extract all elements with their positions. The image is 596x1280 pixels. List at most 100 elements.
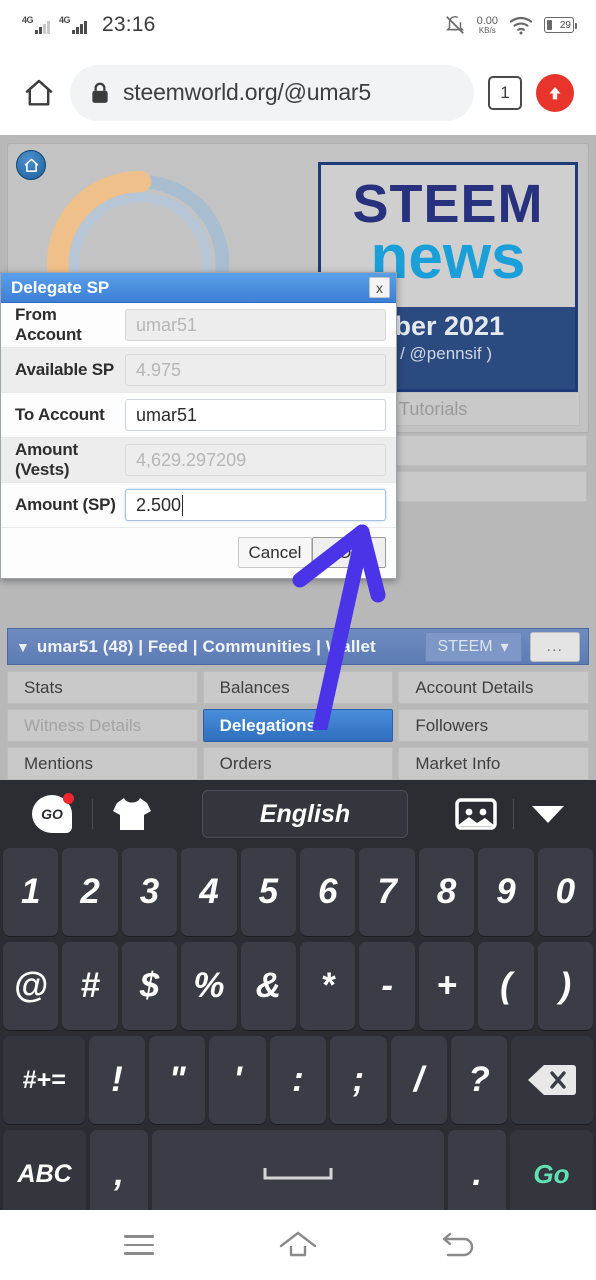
sticker-button[interactable] xyxy=(455,797,497,831)
dialog-title-bar: Delegate SP x xyxy=(1,273,396,303)
signal-4g-label-2: 4G xyxy=(59,15,71,25)
ok-button[interactable]: Ok xyxy=(312,537,386,568)
key-hash[interactable]: # xyxy=(62,942,118,1030)
delegate-sp-dialog: Delegate SP x From Account umar51 Availa… xyxy=(0,272,397,579)
key-semicolon[interactable]: ; xyxy=(330,1036,387,1124)
key-label: Go xyxy=(533,1158,570,1189)
navbar-right: STEEM ▾ ... xyxy=(424,631,580,662)
to-account-label: To Account xyxy=(15,405,105,424)
key-5[interactable]: 5 xyxy=(240,848,297,936)
back-button[interactable] xyxy=(427,1215,487,1275)
language-button[interactable]: English xyxy=(202,790,408,838)
key-ampersand[interactable]: & xyxy=(240,942,297,1030)
go-assistant-button[interactable]: GO xyxy=(28,793,76,835)
backspace-icon xyxy=(528,1065,577,1095)
key-0[interactable]: 0 xyxy=(537,848,594,936)
amount-vests-input: 4,629.297209 xyxy=(125,444,386,476)
key-space[interactable] xyxy=(151,1130,445,1218)
home-button[interactable] xyxy=(268,1215,328,1275)
collapse-keyboard-button[interactable] xyxy=(530,803,566,825)
key-7[interactable]: 7 xyxy=(359,848,415,936)
key-comma[interactable]: , xyxy=(90,1130,148,1218)
available-sp-label: Available SP xyxy=(15,360,115,379)
key-single-quote[interactable]: ' xyxy=(209,1036,266,1124)
menu-item-label: Followers xyxy=(415,715,489,735)
key-paren-open[interactable]: ( xyxy=(478,942,534,1030)
up-arrow-icon xyxy=(549,86,561,99)
key-exclamation[interactable]: ! xyxy=(88,1036,146,1124)
key-label: . xyxy=(472,1154,482,1193)
amount-sp-value: 2.500 xyxy=(136,494,182,515)
to-account-input[interactable]: umar51 xyxy=(125,399,386,431)
key-paren-close[interactable]: ) xyxy=(537,942,594,1030)
menu-item-followers[interactable]: Followers xyxy=(398,709,589,742)
tab-count-button[interactable]: 1 xyxy=(488,75,522,110)
amount-sp-input[interactable]: 2.500 xyxy=(125,489,386,521)
recents-button[interactable] xyxy=(109,1215,169,1275)
key-label: , xyxy=(114,1154,124,1193)
available-sp-field-wrap: 4.975 xyxy=(125,348,396,392)
key-label: ABC xyxy=(17,1159,72,1188)
theme-button[interactable] xyxy=(109,794,155,834)
account-navbar: ▼ umar51 (48) | Feed | Communities | Wal… xyxy=(7,628,589,665)
key-label: ? xyxy=(468,1060,490,1099)
key-double-quote[interactable]: " xyxy=(149,1036,206,1124)
amount-sp-label: Amount (SP) xyxy=(15,495,116,514)
key-2[interactable]: 2 xyxy=(62,848,118,936)
keyboard-rows: 1 2 3 4 5 6 7 8 9 0 @ # $ % & * - + () … xyxy=(0,848,596,1218)
key-1[interactable]: 1 xyxy=(3,848,59,936)
key-3[interactable]: 3 xyxy=(121,848,178,936)
network-speed-indicator: 0.00 KB/s xyxy=(477,15,498,35)
account-nav-links[interactable]: umar51 (48) | Feed | Communities | Walle… xyxy=(37,637,376,657)
close-icon[interactable]: x xyxy=(369,277,390,298)
home-icon xyxy=(279,1231,317,1257)
menu-item-market-info[interactable]: Market Info xyxy=(398,747,589,780)
enter-go-key[interactable]: Go xyxy=(509,1130,594,1218)
tutorials-menu-item[interactable]: Tutorials xyxy=(380,392,580,426)
available-sp-value: 4.975 xyxy=(136,359,182,380)
key-plus[interactable]: + xyxy=(418,942,475,1030)
status-bar-right: 0.00 KB/s 29 xyxy=(444,14,577,36)
key-at[interactable]: @ xyxy=(3,942,59,1030)
dialog-title: Delegate SP xyxy=(11,277,110,297)
address-bar[interactable]: steemworld.org/@umar5 xyxy=(70,64,474,121)
key-symbols-toggle[interactable]: #+= xyxy=(3,1036,85,1124)
cancel-button[interactable]: Cancel xyxy=(238,537,312,568)
key-minus[interactable]: - xyxy=(359,942,415,1030)
menu-item-delegations[interactable]: Delegations xyxy=(202,709,394,742)
key-dollar[interactable]: $ xyxy=(121,942,178,1030)
menu-item-mentions[interactable]: Mentions xyxy=(7,747,198,780)
key-8[interactable]: 8 xyxy=(418,848,475,936)
key-6[interactable]: 6 xyxy=(300,848,356,936)
currency-selector[interactable]: STEEM ▾ xyxy=(424,631,522,662)
key-colon[interactable]: : xyxy=(269,1036,327,1124)
keyboard-toolbar: GO English xyxy=(0,780,596,848)
key-percent[interactable]: % xyxy=(181,942,237,1030)
key-label: ! xyxy=(111,1060,123,1099)
key-asterisk[interactable]: * xyxy=(300,942,356,1030)
key-4[interactable]: 4 xyxy=(181,848,237,936)
key-period[interactable]: . xyxy=(448,1130,506,1218)
menu-item-orders[interactable]: Orders xyxy=(202,747,394,780)
backspace-key[interactable] xyxy=(511,1036,593,1124)
key-question[interactable]: ? xyxy=(450,1036,508,1124)
phone-screen: 4G 4G 23:16 0.00 KB/s 29 steemworld.org/… xyxy=(0,0,596,1280)
to-account-field-wrap: umar51 xyxy=(125,393,396,437)
key-9[interactable]: 9 xyxy=(478,848,534,936)
home-icon[interactable] xyxy=(22,76,56,110)
menu-item-account-details[interactable]: Account Details xyxy=(398,671,589,704)
more-options-button[interactable]: ... xyxy=(529,631,580,662)
page-home-button[interactable] xyxy=(16,150,46,180)
key-label: $ xyxy=(139,966,160,1005)
close-label: x xyxy=(376,279,383,296)
browser-menu-button[interactable] xyxy=(536,73,574,112)
notification-dot xyxy=(63,793,74,804)
key-abc-toggle[interactable]: ABC xyxy=(3,1130,87,1218)
key-slash[interactable]: / xyxy=(390,1036,447,1124)
chevron-down-icon[interactable]: ▼ xyxy=(16,639,30,655)
menu-item-balances[interactable]: Balances xyxy=(202,671,394,704)
signal-4g-icon-2: 4G xyxy=(59,15,87,34)
back-icon xyxy=(442,1232,473,1257)
menu-item-stats[interactable]: Stats xyxy=(7,671,198,704)
key-label: + xyxy=(436,966,457,1005)
